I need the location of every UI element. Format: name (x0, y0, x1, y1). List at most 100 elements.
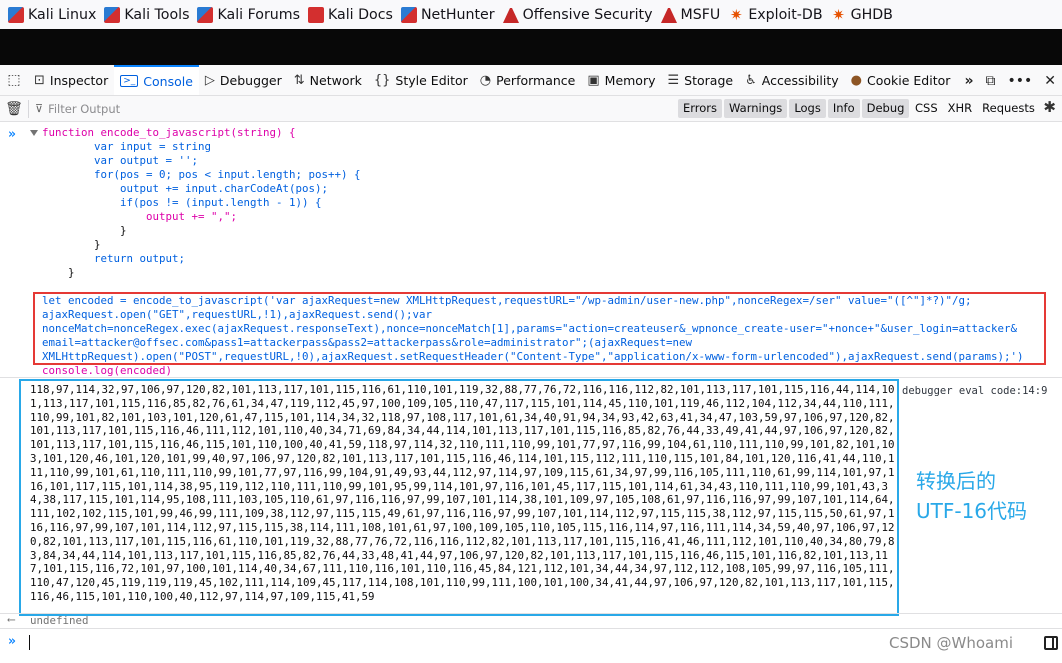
return-value-row: ⟵ undefined (0, 613, 1062, 628)
code-text: let encoded = encode_to_javascript('var … (42, 294, 972, 307)
bookmark-label: Kali Tools (124, 6, 190, 23)
tab-label: Performance (496, 72, 576, 88)
filter-warnings-button[interactable]: Warnings (724, 99, 788, 118)
filter-debug-button[interactable]: Debug (861, 99, 910, 118)
cookie-icon: ● (850, 72, 862, 88)
console-output: » function encode_to_javascript(string) … (0, 122, 1062, 642)
filter-logs-button[interactable]: Logs (789, 99, 826, 118)
kali-dragon-icon (197, 6, 214, 23)
bookmark-ghdb[interactable]: ✷ GHDB (831, 7, 893, 23)
filter-placeholder: Filter Output (48, 101, 121, 116)
annotation-line: 转换后的 (916, 469, 996, 493)
tab-label: Style Editor (395, 72, 468, 88)
filter-requests-button[interactable]: Requests (982, 101, 1035, 115)
tab-label: Storage (684, 72, 734, 88)
tab-accessibility[interactable]: ♿ Accessibility (739, 65, 845, 95)
tab-inspector[interactable]: ⊡ Inspector (28, 65, 114, 95)
performance-icon: ◔ (479, 72, 492, 88)
bookmark-kali-forums[interactable]: Kali Forums (197, 6, 300, 23)
console-settings-gear-icon[interactable]: ✱ (1043, 98, 1056, 116)
kali-dragon-icon (400, 6, 417, 23)
tab-label: Network (309, 72, 362, 88)
tab-memory[interactable]: ▣ Memory (581, 65, 661, 95)
tab-cookie-editor[interactable]: ● Cookie Editor (845, 65, 957, 95)
bookmark-label: Exploit-DB (748, 6, 823, 23)
storage-icon: ☰ (667, 72, 680, 88)
exploitdb-bug-icon: ✷ (832, 5, 845, 24)
tab-label: Cookie Editor (867, 72, 951, 88)
tab-console[interactable]: >_ Console (114, 65, 199, 95)
encoded-result-output: 118,97,114,32,97,106,97,120,82,101,113,1… (30, 383, 895, 603)
bookmark-kali-docs[interactable]: Kali Docs (307, 6, 393, 23)
code-text: output += input.charCodeAt(pos); (42, 182, 329, 195)
console-filter-bar: 🗑 ⊽ Filter Output Errors Warnings Logs In… (0, 96, 1062, 122)
close-devtools-icon[interactable]: ✕ (1044, 73, 1056, 89)
bookmark-nethunter[interactable]: NetHunter (400, 6, 495, 23)
tab-storage[interactable]: ☰ Storage (662, 65, 740, 95)
code-text: XMLHttpRequest).open("POST",requestURL,!… (42, 350, 1024, 363)
debugger-icon: ▷ (204, 72, 215, 88)
exploitdb-bug-icon: ✷ (730, 5, 743, 24)
return-arrow-icon: ⟵ (8, 613, 15, 626)
filter-funnel-icon: ⊽ (35, 102, 44, 115)
code-text: } (42, 266, 75, 279)
tab-performance[interactable]: ◔ Performance (474, 65, 582, 95)
kali-docs-icon (307, 6, 324, 23)
code-text: output += ","; (42, 210, 238, 223)
accessibility-icon: ♿ (745, 72, 757, 88)
bookmarks-toolbar: Kali Linux Kali Tools Kali Forums Kali D… (0, 0, 1062, 29)
code-text: ajaxRequest.open("GET",requestURL,!1),aj… (42, 308, 433, 321)
bookmark-label: Kali Linux (28, 6, 97, 23)
tab-label: Accessibility (761, 72, 839, 88)
code-text: return output; (42, 252, 186, 265)
code-text: function encode_to_javascript(string) { (42, 126, 296, 139)
filter-css-button[interactable]: CSS (915, 101, 938, 115)
function-line: return output; (42, 252, 185, 266)
clear-console-button[interactable]: 🗑 (0, 101, 28, 117)
code-text: email=attacker@offsec.com&pass1=attacker… (42, 336, 693, 349)
trash-icon: 🗑 (5, 100, 23, 117)
tab-network[interactable]: ⇅ Network (288, 65, 368, 95)
bookmark-label: NetHunter (420, 6, 495, 23)
dock-side-icon[interactable]: ⧉ (985, 73, 995, 89)
bookmark-label: GHDB (850, 6, 893, 23)
bookmark-exploit-db[interactable]: ✷ Exploit-DB (728, 5, 823, 24)
code-text: } (42, 224, 127, 237)
function-line: var input = string (42, 140, 211, 154)
bookmark-label: Kali Forums (217, 6, 300, 23)
code-text: if(pos != (input.length - 1)) { (42, 196, 322, 209)
tab-style-editor[interactable]: {} Style Editor (368, 65, 474, 95)
bookmark-msfu[interactable]: MSFU (660, 7, 720, 23)
expand-triangle-icon[interactable] (30, 130, 38, 136)
function-line: output += ","; (42, 210, 237, 224)
filter-errors-button[interactable]: Errors (678, 99, 723, 118)
offsec-flask-icon (660, 7, 677, 23)
network-icon: ⇅ (293, 72, 305, 88)
watermark-text: CSDN @Whoami (889, 634, 1014, 652)
filter-output-input[interactable]: ⊽ Filter Output (35, 102, 120, 116)
inspector-icon: ⊡ (34, 72, 45, 88)
more-options-icon[interactable]: ••• (1007, 73, 1032, 89)
bookmark-kali-tools[interactable]: Kali Tools (104, 6, 190, 23)
filter-divider (28, 99, 29, 118)
bookmark-offensive-security[interactable]: Offensive Security (502, 6, 653, 23)
kali-dragon-icon (8, 6, 24, 23)
offsec-flask-icon (502, 7, 519, 23)
annotation-note: 转换后的 UTF-16代码 (916, 466, 1027, 526)
more-tabs-chevron-icon[interactable]: » (964, 73, 973, 89)
return-value: undefined (30, 614, 89, 627)
tab-label: Inspector (49, 72, 109, 88)
text-caret (29, 635, 30, 650)
kali-dragon-icon (104, 6, 121, 23)
sidebar-toggle-icon[interactable] (1044, 636, 1058, 650)
filter-info-button[interactable]: Info (827, 99, 860, 118)
element-picker-button[interactable]: ⬚ (0, 65, 28, 95)
message-divider (0, 377, 1062, 378)
tab-label: Debugger (219, 72, 282, 88)
bookmark-kali-linux[interactable]: Kali Linux (8, 6, 97, 23)
tab-debugger[interactable]: ▷ Debugger (199, 65, 288, 95)
source-location-link[interactable]: debugger eval code:14:9 (902, 385, 1047, 397)
filter-xhr-button[interactable]: XHR (948, 101, 973, 115)
page-content-strip (0, 29, 1062, 65)
bookmark-label: Offensive Security (522, 6, 653, 23)
